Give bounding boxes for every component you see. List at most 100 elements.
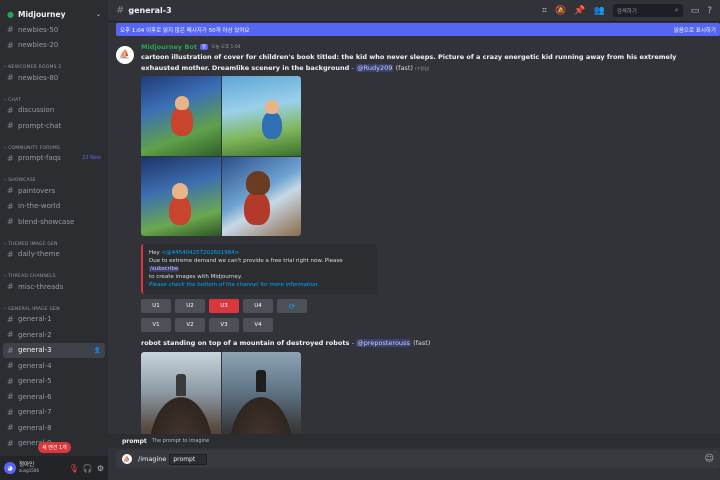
category-header[interactable]: NEWCOMER ROOMS 2 <box>0 59 108 70</box>
add-member-icon[interactable]: 👤 <box>94 347 101 354</box>
user-info[interactable]: 정아인 zung1506 <box>19 462 39 473</box>
hash-icon: # <box>116 5 125 16</box>
message-timestamp: 오늘 오후 1:04 <box>211 45 241 50</box>
search-icon: ⌕ <box>674 6 679 14</box>
image-tile[interactable] <box>221 156 301 236</box>
sidebar-item-label: daily-theme <box>18 250 60 259</box>
hash-icon: # <box>7 330 14 340</box>
edited-label: (수정됨) <box>415 66 430 71</box>
hint-option-name: prompt <box>122 437 147 445</box>
server-name-row[interactable]: ● Midjourney ⌄ <box>3 8 105 20</box>
reroll-button[interactable]: ⟳ <box>277 299 307 313</box>
category-header[interactable]: GENERAL IMAGE GEN <box>0 301 108 312</box>
u3-button[interactable]: U3 <box>209 299 239 313</box>
category-header[interactable]: SHOWCASE <box>0 172 108 183</box>
embed-mention[interactable]: <@445404257202601984> <box>162 250 240 256</box>
image-tile[interactable] <box>141 156 221 236</box>
sidebar-item-general-7[interactable]: # general-7 <box>3 405 105 421</box>
user-mention[interactable]: @Rudy209 <box>356 64 394 72</box>
category-header[interactable]: THEMED IMAGE GEN <box>0 236 108 247</box>
user-controls: 🎙 🎧 ⚙ <box>69 464 104 473</box>
sidebar-item-prompt-faqs[interactable]: # prompt-faqs 22 New <box>3 151 105 167</box>
image-tile[interactable] <box>141 352 221 434</box>
robot-pile <box>148 397 213 434</box>
mic-muted-icon[interactable]: 🎙 <box>69 464 79 473</box>
gear-icon[interactable]: ⚙ <box>97 464 104 473</box>
sidebar-item-newbies-20[interactable]: # newbies-20 <box>3 38 105 54</box>
kid-head <box>264 100 279 114</box>
search-input[interactable]: 검색하기 ⌕ <box>612 4 683 17</box>
sidebar-item-general-1[interactable]: # general-1 <box>3 312 105 328</box>
sidebar-item-label: general-4 <box>18 361 52 370</box>
sidebar-item-general-6[interactable]: # general-6 <box>3 389 105 405</box>
image-grid[interactable] <box>141 76 301 236</box>
embed-info-link[interactable]: Please check the bottom of the channel f… <box>149 281 371 289</box>
sidebar-item-newbies-80[interactable]: # newbies-80 <box>3 70 105 86</box>
slash-command[interactable]: /imagine <box>138 455 166 463</box>
category-header[interactable]: COMMUNITY FORUMS <box>0 140 108 151</box>
hash-icon: # <box>7 25 14 35</box>
subscribe-link[interactable]: /subscribe <box>149 266 180 272</box>
sidebar-item-daily-theme[interactable]: # daily-theme <box>3 247 105 263</box>
user-avatar[interactable]: ◕ <box>4 462 16 474</box>
channel-header: # general-3 ⌗ 🔕 📌 👥 검색하기 ⌕ ▭ ? <box>108 0 720 22</box>
bot-avatar[interactable]: ⛵ <box>116 46 134 64</box>
message: robot standing on top of a mountain of d… <box>108 338 720 434</box>
image-tile[interactable] <box>221 76 301 156</box>
sidebar-item-blend-showcase[interactable]: # blend-showcase <box>3 214 105 230</box>
u1-button[interactable]: U1 <box>141 299 171 313</box>
sidebar-item-general-8[interactable]: # general-8 <box>3 420 105 436</box>
message-composer[interactable]: ⛵ /imagine prompt ☺ <box>116 450 720 468</box>
v2-button[interactable]: V2 <box>175 318 205 332</box>
sidebar-item-general-3[interactable]: # general-3 👤 <box>3 342 105 358</box>
image-tile[interactable] <box>221 352 301 434</box>
sidebar-item-label: general-6 <box>18 392 52 401</box>
v3-button[interactable]: V3 <box>209 318 239 332</box>
sidebar-item-misc-threads[interactable]: # misc-threads <box>3 279 105 295</box>
unread-banner[interactable]: 오후 1:04 이후로 읽지 않은 메시지가 50개 이상 있어요 읽음으로 표… <box>116 23 720 36</box>
message: ⛵ Midjourney Bot 봇 오늘 오후 1:04 cartoon il… <box>108 38 720 332</box>
u4-button[interactable]: U4 <box>243 299 273 313</box>
members-icon[interactable]: 👥 <box>593 6 604 16</box>
sidebar-item-label: general-8 <box>18 423 52 432</box>
category-header[interactable]: CHAT <box>0 92 108 103</box>
category-header[interactable]: THREAD CHANNELS <box>0 268 108 279</box>
sidebar-item-discussion[interactable]: # discussion <box>3 103 105 119</box>
v4-button[interactable]: V4 <box>243 318 273 332</box>
sidebar-item-newbies-50[interactable]: # newbies-50 <box>3 22 105 38</box>
mark-as-read-button[interactable]: 읽음으로 표시하기 <box>674 26 716 34</box>
hash-icon: # <box>7 121 14 131</box>
headphones-icon[interactable]: 🎧 <box>83 464 93 473</box>
message-author[interactable]: Midjourney Bot <box>141 43 197 51</box>
emoji-icon[interactable]: ☺ <box>705 454 714 464</box>
sidebar-item-paintovers[interactable]: # paintovers <box>3 183 105 199</box>
sidebar-item-general-2[interactable]: # general-2 <box>3 327 105 343</box>
sidebar-item-in-the-world[interactable]: # in-the-world <box>3 199 105 215</box>
bell-muted-icon[interactable]: 🔕 <box>555 6 566 16</box>
sidebar-item-label: prompt-chat <box>18 121 62 130</box>
sidebar-item-prompt-chat[interactable]: # prompt-chat <box>3 118 105 134</box>
speed-label: (fast) <box>413 339 431 347</box>
sidebar-item-general-4[interactable]: # general-4 <box>3 358 105 374</box>
image-tile[interactable] <box>141 76 221 156</box>
u2-button[interactable]: U2 <box>175 299 205 313</box>
message-content: cartoon illustration of cover for childr… <box>141 52 701 74</box>
sidebar-item-label: general-5 <box>18 377 52 386</box>
hash-icon: # <box>7 345 14 355</box>
kid-head <box>175 96 189 110</box>
chevron-down-icon[interactable]: ⌄ <box>96 11 101 18</box>
mention-toast[interactable]: 새 멘션 1개 <box>38 442 71 453</box>
v1-button[interactable]: V1 <box>141 318 171 332</box>
user-mention[interactable]: @preposterouss <box>356 339 411 347</box>
sidebar-item-label: prompt-faqs <box>18 154 61 163</box>
sidebar-item-label: discussion <box>18 106 55 115</box>
prompt-option-field[interactable]: prompt <box>169 453 208 465</box>
pin-icon[interactable]: 📌 <box>574 6 585 16</box>
embed-line-1: Due to extreme demand we can't provide a… <box>149 257 371 273</box>
kid-head <box>245 170 270 195</box>
inbox-icon[interactable]: ▭ <box>691 6 700 16</box>
sidebar-item-general-5[interactable]: # general-5 <box>3 374 105 390</box>
image-grid[interactable] <box>141 352 301 434</box>
help-icon[interactable]: ? <box>707 6 712 16</box>
threads-icon[interactable]: ⌗ <box>542 6 547 16</box>
